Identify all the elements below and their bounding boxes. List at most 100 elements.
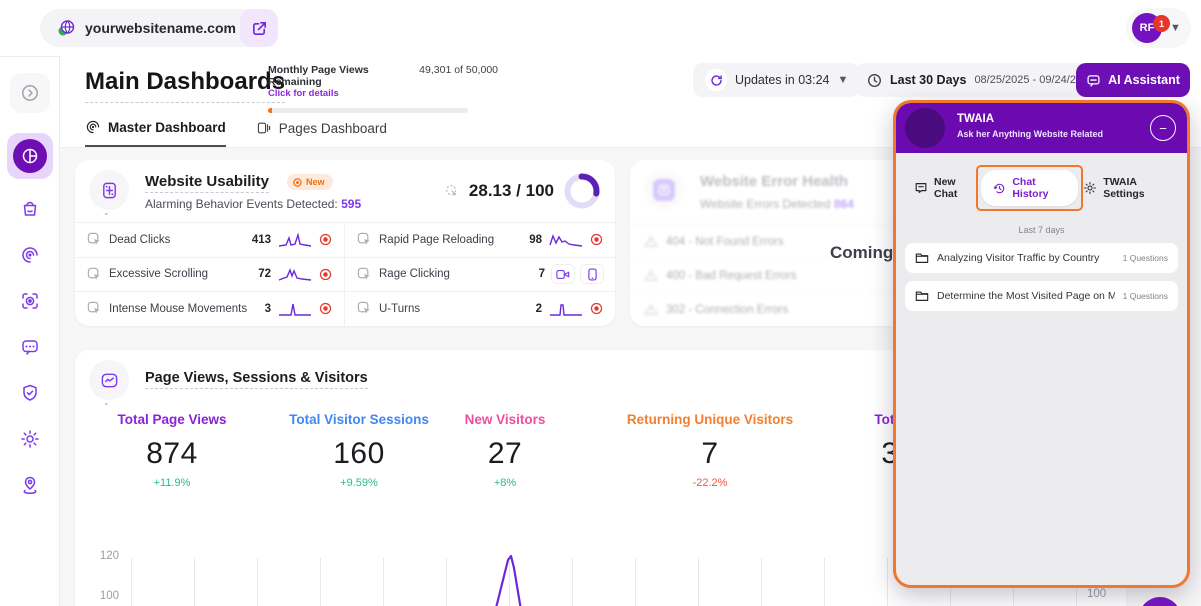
record-icon[interactable] xyxy=(590,302,603,315)
usability-row-intense-mouse[interactable]: Intense Mouse Movements 3 xyxy=(75,291,345,326)
shield-check-icon xyxy=(20,383,40,403)
session-recording-icon xyxy=(20,291,40,311)
sidebar-item-dashboard[interactable] xyxy=(6,133,53,179)
folder-icon xyxy=(915,252,929,264)
record-icon[interactable] xyxy=(319,268,332,281)
usability-row-dead-clicks[interactable]: Dead Clicks 413 xyxy=(75,222,345,257)
tab-new-chat[interactable]: New Chat xyxy=(914,176,976,200)
analytics-dashboard: yourwebsitename.com ▼ RF 1 ▼ xyxy=(0,0,1201,606)
chevron-down-icon: ⌄ xyxy=(103,398,110,407)
sidebar-item-heatmaps[interactable] xyxy=(10,235,50,275)
sidebar-item-settings[interactable] xyxy=(10,419,50,459)
sparkline xyxy=(549,302,583,316)
ai-assistant-button[interactable]: AI Assistant xyxy=(1076,63,1190,97)
usability-row-excessive-scrolling[interactable]: Excessive Scrolling 72 xyxy=(75,256,345,291)
cursor-click-icon xyxy=(357,301,372,316)
website-name: yourwebsitename.com xyxy=(85,20,236,36)
chat-history-highlight: Chat History xyxy=(976,165,1084,211)
pageviews-title: Page Views, Sessions & Visitors xyxy=(145,370,368,389)
new-chat-icon xyxy=(914,181,928,195)
chat-bubble-icon xyxy=(1086,73,1101,88)
usability-row-rage-clicking[interactable]: Rage Clicking 7 xyxy=(345,256,615,292)
spiral-icon xyxy=(85,119,101,135)
open-website-button[interactable] xyxy=(240,9,278,47)
usability-score: 28.13 / 100 xyxy=(468,181,554,200)
feedback-chat-icon xyxy=(20,337,40,357)
history-item[interactable]: Analyzing Visitor Traffic by Country 1 Q… xyxy=(905,243,1178,273)
pageviews-card-icon[interactable] xyxy=(89,360,129,400)
metric-returning-unique-visitors: Returning Unique Visitors 7 -22.2% xyxy=(626,412,794,489)
sidebar-item-security[interactable] xyxy=(10,373,50,413)
sidebar-item-recordings[interactable] xyxy=(10,281,50,321)
left-sidebar xyxy=(0,56,60,606)
twaia-subtitle: Ask her Anything Website Related xyxy=(957,129,1104,139)
record-icon[interactable] xyxy=(319,233,332,246)
y-axis-right-tick: 100 xyxy=(1087,588,1107,600)
refresh-icon xyxy=(705,69,727,91)
monthly-pageviews-widget: Monthly Page Views Remaining 49,301 of 5… xyxy=(268,64,498,113)
avatar: RF 1 xyxy=(1132,13,1170,43)
usability-row-u-turns[interactable]: U-Turns 2 xyxy=(345,291,615,326)
tab-pages-dashboard[interactable]: Pages Dashboard xyxy=(256,119,387,147)
website-selector[interactable]: yourwebsitename.com ▼ xyxy=(40,9,272,47)
mpv-details-link[interactable]: Click for details xyxy=(268,88,498,99)
user-menu[interactable]: RF 1 ▼ xyxy=(1126,8,1191,48)
record-icon[interactable] xyxy=(590,233,603,246)
notification-badge: 1 xyxy=(1153,15,1170,32)
tab-twaia-settings[interactable]: TWAIA Settings xyxy=(1083,176,1173,200)
dashboard-icon xyxy=(12,139,47,173)
record-icon[interactable] xyxy=(319,302,332,315)
sidebar-item-store[interactable] xyxy=(10,189,50,229)
device-phone-icon[interactable] xyxy=(581,265,603,284)
history-icon xyxy=(993,182,1006,195)
chart-line-spike xyxy=(490,554,534,606)
warning-triangle-icon xyxy=(644,235,658,248)
date-range-label: Last 30 Days xyxy=(890,73,967,87)
clock-icon xyxy=(867,73,882,88)
twaia-assistant-panel: TWAIA Ask her Anything Website Related −… xyxy=(893,100,1190,588)
mpv-progress-bar xyxy=(268,108,468,113)
score-gauge xyxy=(563,172,601,210)
score-cursor-icon xyxy=(444,183,460,199)
error-health-icon xyxy=(644,170,684,210)
sidebar-item-feedback[interactable] xyxy=(10,327,50,367)
usability-card-icon[interactable] xyxy=(89,170,129,210)
globe-icon xyxy=(56,18,76,38)
chevron-down-icon: ⌄ xyxy=(103,208,110,217)
error-health-subtitle: Website Errors Detected 864 xyxy=(700,197,854,211)
cursor-click-icon xyxy=(87,301,102,316)
metric-new-visitors: New Visitors 27 +8% xyxy=(464,412,546,489)
dashboard-tabs: Master Dashboard Pages Dashboard xyxy=(85,119,387,147)
mpv-label: Monthly Page Views Remaining xyxy=(268,64,369,88)
history-item[interactable]: Determine the Most Visited Page on My We… xyxy=(905,281,1178,311)
collapse-icon xyxy=(20,83,40,103)
updates-dropdown[interactable]: Updates in 03:24 ▼ xyxy=(693,63,861,97)
usability-subtitle: Alarming Behavior Events Detected: 595 xyxy=(145,197,362,211)
sparkline xyxy=(278,302,312,316)
cursor-click-icon xyxy=(357,267,372,282)
ai-assistant-label: AI Assistant xyxy=(1108,73,1180,87)
usability-metrics: Dead Clicks 413 Rapid Page Reloading 98 … xyxy=(75,222,615,326)
store-bag-icon xyxy=(20,199,40,219)
sidebar-item-visitors[interactable] xyxy=(10,465,50,505)
settings-gear-icon xyxy=(20,429,40,449)
sparkline xyxy=(549,233,583,247)
page-title: Main Dashboards xyxy=(85,68,286,103)
cursor-click-icon xyxy=(87,232,102,247)
usability-row-rapid-reloading[interactable]: Rapid Page Reloading 98 xyxy=(345,222,615,257)
chevron-down-icon: ▼ xyxy=(837,74,849,86)
tab-chat-history[interactable]: Chat History xyxy=(981,170,1079,206)
new-badge: New xyxy=(287,174,333,190)
cursor-click-icon xyxy=(87,267,102,282)
tab-master-dashboard[interactable]: Master Dashboard xyxy=(85,119,226,147)
sparkline xyxy=(278,232,312,247)
y-axis-tick: 100 xyxy=(99,590,119,602)
y-axis-tick: 120 xyxy=(99,550,119,562)
twaia-title: TWAIA xyxy=(957,113,995,125)
sidebar-collapse-button[interactable] xyxy=(9,73,50,113)
minimize-button[interactable]: − xyxy=(1150,115,1176,141)
minus-icon: − xyxy=(1159,120,1167,136)
updates-label: Updates in 03:24 xyxy=(735,73,830,87)
video-recording-icon[interactable] xyxy=(552,265,574,284)
warning-triangle-icon xyxy=(644,303,658,316)
